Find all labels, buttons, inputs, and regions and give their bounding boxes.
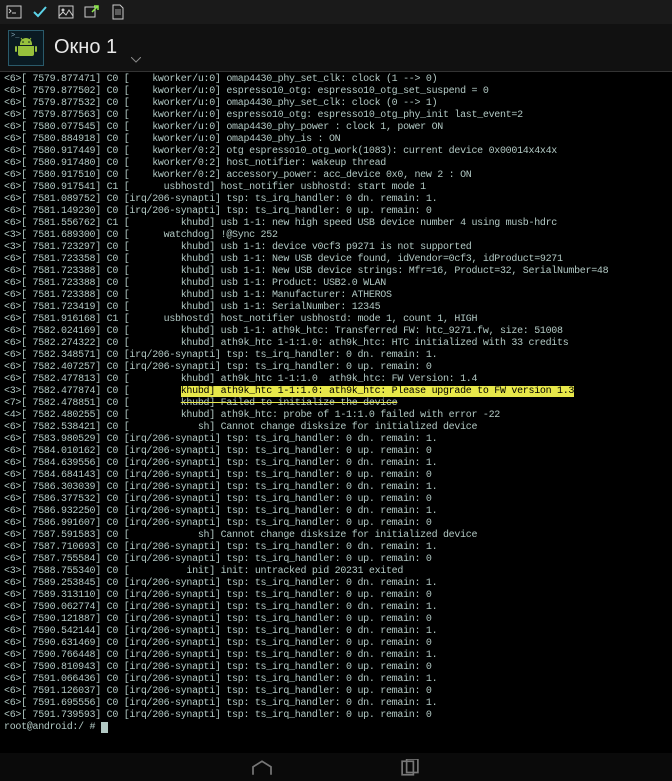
log-line: <6>[ 7581.723388] C0 [ khubd] usb 1-1: N… [4,266,668,278]
log-line: <6>[ 7580.917510] C0 [ kworker/0:2] acce… [4,170,668,182]
export-icon[interactable] [84,4,100,20]
log-line: <6>[ 7590.631469] C0 [irq/206-synapti] t… [4,638,668,650]
terminal-icon[interactable] [6,4,22,20]
log-line: <6>[ 7590.121887] C0 [irq/206-synapti] t… [4,614,668,626]
log-line: <6>[ 7590.542144] C0 [irq/206-synapti] t… [4,626,668,638]
log-line: <6>[ 7587.591583] C0 [ sh] Cannot change… [4,530,668,542]
log-line: <3>[ 7581.689300] C0 [ watchdog] !@Sync … [4,230,668,242]
log-line: <6>[ 7580.077545] C0 [ kworker/u:0] omap… [4,122,668,134]
log-line: <6>[ 7581.723419] C0 [ khubd] usb 1-1: S… [4,302,668,314]
shell-prompt[interactable]: root@android:/ # [4,722,668,734]
log-line: <6>[ 7582.274322] C0 [ khubd] ath9k_htc … [4,338,668,350]
log-line: <6>[ 7590.766448] C0 [irq/206-synapti] t… [4,650,668,662]
title-bar: Окно 1 [0,24,672,72]
log-line: <6>[ 7581.723358] C0 [ khubd] usb 1-1: N… [4,254,668,266]
log-line: <6>[ 7580.884918] C0 [ kworker/u:0] omap… [4,134,668,146]
log-line: <6>[ 7581.556762] C1 [ khubd] usb 1-1: n… [4,218,668,230]
log-line: <3>[ 7581.723297] C0 [ khubd] usb 1-1: d… [4,242,668,254]
log-line: <6>[ 7584.639556] C0 [irq/206-synapti] t… [4,458,668,470]
log-line: <6>[ 7586.932250] C0 [irq/206-synapti] t… [4,506,668,518]
window-title: Окно 1 [54,36,117,59]
log-line: <6>[ 7589.253845] C0 [irq/206-synapti] t… [4,578,668,590]
log-line: <6>[ 7581.916168] C1 [ usbhostd] host_no… [4,314,668,326]
log-line: <6>[ 7590.062774] C0 [irq/206-synapti] t… [4,602,668,614]
log-line: <6>[ 7582.348571] C0 [irq/206-synapti] t… [4,350,668,362]
log-line: <6>[ 7591.066436] C0 [irq/206-synapti] t… [4,674,668,686]
log-line: <6>[ 7581.089752] C0 [irq/206-synapti] t… [4,194,668,206]
dropdown-indicator-icon[interactable] [131,57,141,63]
log-line: <6>[ 7587.755584] C0 [irq/206-synapti] t… [4,554,668,566]
log-line: <6>[ 7579.877563] C0 [ kworker/u:0] espr… [4,110,668,122]
log-line: <6>[ 7581.723388] C0 [ khubd] usb 1-1: P… [4,278,668,290]
recent-apps-button[interactable] [396,759,424,777]
log-line: <6>[ 7580.917449] C0 [ kworker/0:2] otg … [4,146,668,158]
log-line: <6>[ 7587.710693] C0 [irq/206-synapti] t… [4,542,668,554]
log-line: <6>[ 7591.739593] C0 [irq/206-synapti] t… [4,710,668,722]
home-button[interactable] [248,759,276,777]
top-toolbar [0,0,672,24]
checkmark-icon[interactable] [32,4,48,20]
log-line: <6>[ 7582.477813] C0 [ khubd] ath9k_htc … [4,374,668,386]
log-line: <4>[ 7582.480255] C0 [ khubd] ath9k_htc:… [4,410,668,422]
log-line: <6>[ 7582.538421] C0 [ sh] Cannot change… [4,422,668,434]
log-line: <6>[ 7582.024169] C0 [ khubd] usb 1-1: a… [4,326,668,338]
log-line: <6>[ 7581.723388] C0 [ khubd] usb 1-1: M… [4,290,668,302]
image-icon[interactable] [58,4,74,20]
log-line: <6>[ 7586.991607] C0 [irq/206-synapti] t… [4,518,668,530]
log-line: <6>[ 7589.313110] C0 [irq/206-synapti] t… [4,590,668,602]
log-line: <7>[ 7582.478851] C0 [ khubd] Failed to … [4,398,668,410]
log-line: <6>[ 7586.377532] C0 [irq/206-synapti] t… [4,494,668,506]
log-line: <6>[ 7583.980529] C0 [irq/206-synapti] t… [4,434,668,446]
log-line: <6>[ 7580.917480] C0 [ kworker/0:2] host… [4,158,668,170]
log-line: <6>[ 7579.877532] C0 [ kworker/u:0] omap… [4,98,668,110]
app-icon[interactable] [8,30,44,66]
terminal-output[interactable]: <6>[ 7579.877471] C0 [ kworker/u:0] omap… [0,72,672,736]
log-line: <6>[ 7591.126037] C0 [irq/206-synapti] t… [4,686,668,698]
android-nav-bar [0,753,672,781]
log-line: <6>[ 7590.810943] C0 [irq/206-synapti] t… [4,662,668,674]
log-line: <6>[ 7586.303039] C0 [irq/206-synapti] t… [4,482,668,494]
log-line: <6>[ 7591.695556] C0 [irq/206-synapti] t… [4,698,668,710]
cursor [101,722,108,733]
log-line: <3>[ 7588.755340] C0 [ init] init: untra… [4,566,668,578]
log-line: <6>[ 7584.010162] C0 [irq/206-synapti] t… [4,446,668,458]
log-line: <6>[ 7580.917541] C1 [ usbhostd] host_no… [4,182,668,194]
log-line: <3>[ 7582.477874] C0 [ khubd] ath9k_htc … [4,386,668,398]
log-line: <6>[ 7579.877471] C0 [ kworker/u:0] omap… [4,74,668,86]
log-line: <6>[ 7584.684143] C0 [irq/206-synapti] t… [4,470,668,482]
document-icon[interactable] [110,4,126,20]
log-line: <6>[ 7582.407257] C0 [irq/206-synapti] t… [4,362,668,374]
log-line: <6>[ 7581.149230] C0 [irq/206-synapti] t… [4,206,668,218]
log-line: <6>[ 7579.877502] C0 [ kworker/u:0] espr… [4,86,668,98]
